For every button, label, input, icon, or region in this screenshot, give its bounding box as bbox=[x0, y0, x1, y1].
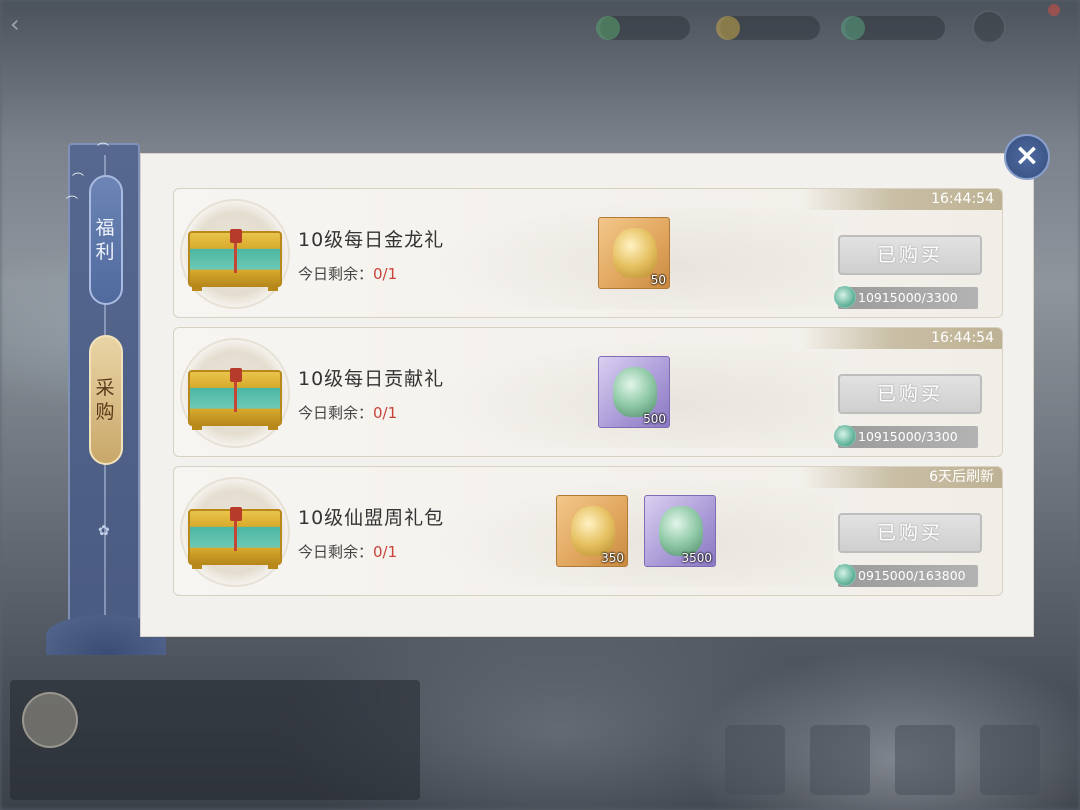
remaining-count: 0/1 bbox=[373, 543, 398, 561]
remaining-label: 今日剩余： bbox=[298, 543, 374, 561]
purchased-button[interactable]: 已购买 bbox=[838, 513, 982, 553]
treasure-chest-icon bbox=[180, 338, 290, 448]
tab-label-char: 福 bbox=[95, 217, 117, 239]
resource-pill bbox=[596, 16, 690, 40]
reward-item[interactable]: 500 bbox=[598, 356, 670, 428]
jade-contribution-token-icon bbox=[659, 506, 703, 556]
price-value: 0915000/163800 bbox=[858, 568, 966, 583]
lotus-ornament-icon: ✿ bbox=[98, 523, 110, 539]
blurred-player-panel bbox=[10, 680, 420, 800]
remaining-count: 0/1 bbox=[373, 404, 398, 422]
price-value: 10915000/3300 bbox=[858, 429, 958, 444]
golden-dragon-token-icon bbox=[613, 228, 657, 278]
offer-title: 10级仙盟周礼包 bbox=[298, 507, 445, 529]
treasure-chest-icon bbox=[180, 199, 290, 309]
blurred-hud-button bbox=[980, 725, 1040, 795]
golden-dragon-token-icon bbox=[571, 506, 615, 556]
tab-label-char: 采 bbox=[95, 377, 117, 399]
offer-card: 16:44:54 10级每日贡献礼 今日剩余：0/1 500 已购买 10915… bbox=[173, 327, 1003, 457]
resource-pill bbox=[716, 16, 820, 40]
reward-item[interactable]: 3500 bbox=[644, 495, 716, 567]
remaining-label: 今日剩余： bbox=[298, 404, 374, 422]
blurred-hud-button bbox=[810, 725, 870, 795]
blurred-top-bar: ‹ bbox=[0, 0, 1080, 50]
bird-ornament-icon: ⌒ bbox=[66, 195, 79, 209]
blurred-hud-button bbox=[725, 725, 785, 795]
jade-coin-icon bbox=[834, 286, 856, 308]
offer-timer: 16:44:54 bbox=[802, 189, 1002, 210]
reward-quantity: 500 bbox=[643, 412, 666, 426]
bird-ornament-icon: ⌒ bbox=[72, 172, 85, 186]
tab-label-char: 利 bbox=[95, 241, 117, 263]
notification-dot bbox=[1048, 4, 1060, 16]
side-tab-bar: 福 利 采 购 ✿ bbox=[46, 143, 166, 655]
reward-item[interactable]: 350 bbox=[556, 495, 628, 567]
reward-quantity: 350 bbox=[601, 551, 624, 565]
bird-ornament-icon: ⌒ bbox=[97, 142, 110, 156]
card-watermark bbox=[434, 477, 834, 587]
purchased-button[interactable]: 已购买 bbox=[838, 235, 982, 275]
reward-quantity: 50 bbox=[650, 273, 666, 287]
menu-button bbox=[972, 10, 1006, 44]
offer-card: 6天后刷新 10级仙盟周礼包 今日剩余：0/1 350 3500 已购买 091… bbox=[173, 466, 1003, 596]
back-arrow-icon: ‹ bbox=[10, 10, 20, 38]
treasure-chest-icon bbox=[180, 477, 290, 587]
tab-welfare[interactable]: 福 利 bbox=[89, 175, 123, 305]
offer-title: 10级每日金龙礼 bbox=[298, 229, 445, 251]
remaining-label: 今日剩余： bbox=[298, 265, 374, 283]
close-icon: × bbox=[1014, 138, 1040, 173]
offer-remaining: 今日剩余：0/1 bbox=[298, 541, 397, 562]
offer-timer: 16:44:54 bbox=[802, 328, 1002, 349]
resource-pill bbox=[841, 16, 945, 40]
offer-remaining: 今日剩余：0/1 bbox=[298, 402, 397, 423]
tab-purchase[interactable]: 采 购 bbox=[89, 335, 123, 465]
jade-contribution-token-icon bbox=[613, 367, 657, 417]
price-tag: 0915000/163800 bbox=[834, 564, 978, 587]
price-tag: 10915000/3300 bbox=[834, 286, 978, 309]
price-value: 10915000/3300 bbox=[858, 290, 958, 305]
remaining-count: 0/1 bbox=[373, 265, 398, 283]
tab-label-char: 购 bbox=[95, 401, 117, 423]
jade-coin-icon bbox=[834, 564, 856, 586]
jade-coin-icon bbox=[834, 425, 856, 447]
blurred-hud-button bbox=[895, 725, 955, 795]
close-button[interactable]: × bbox=[1004, 134, 1050, 180]
offer-remaining: 今日剩余：0/1 bbox=[298, 263, 397, 284]
reward-quantity: 3500 bbox=[681, 551, 712, 565]
price-tag: 10915000/3300 bbox=[834, 425, 978, 448]
offer-card: 16:44:54 10级每日金龙礼 今日剩余：0/1 50 已购买 109150… bbox=[173, 188, 1003, 318]
offer-refresh-timer: 6天后刷新 bbox=[802, 467, 1002, 488]
offer-title: 10级每日贡献礼 bbox=[298, 368, 445, 390]
purchased-button[interactable]: 已购买 bbox=[838, 374, 982, 414]
reward-item[interactable]: 50 bbox=[598, 217, 670, 289]
avatar bbox=[22, 692, 78, 748]
